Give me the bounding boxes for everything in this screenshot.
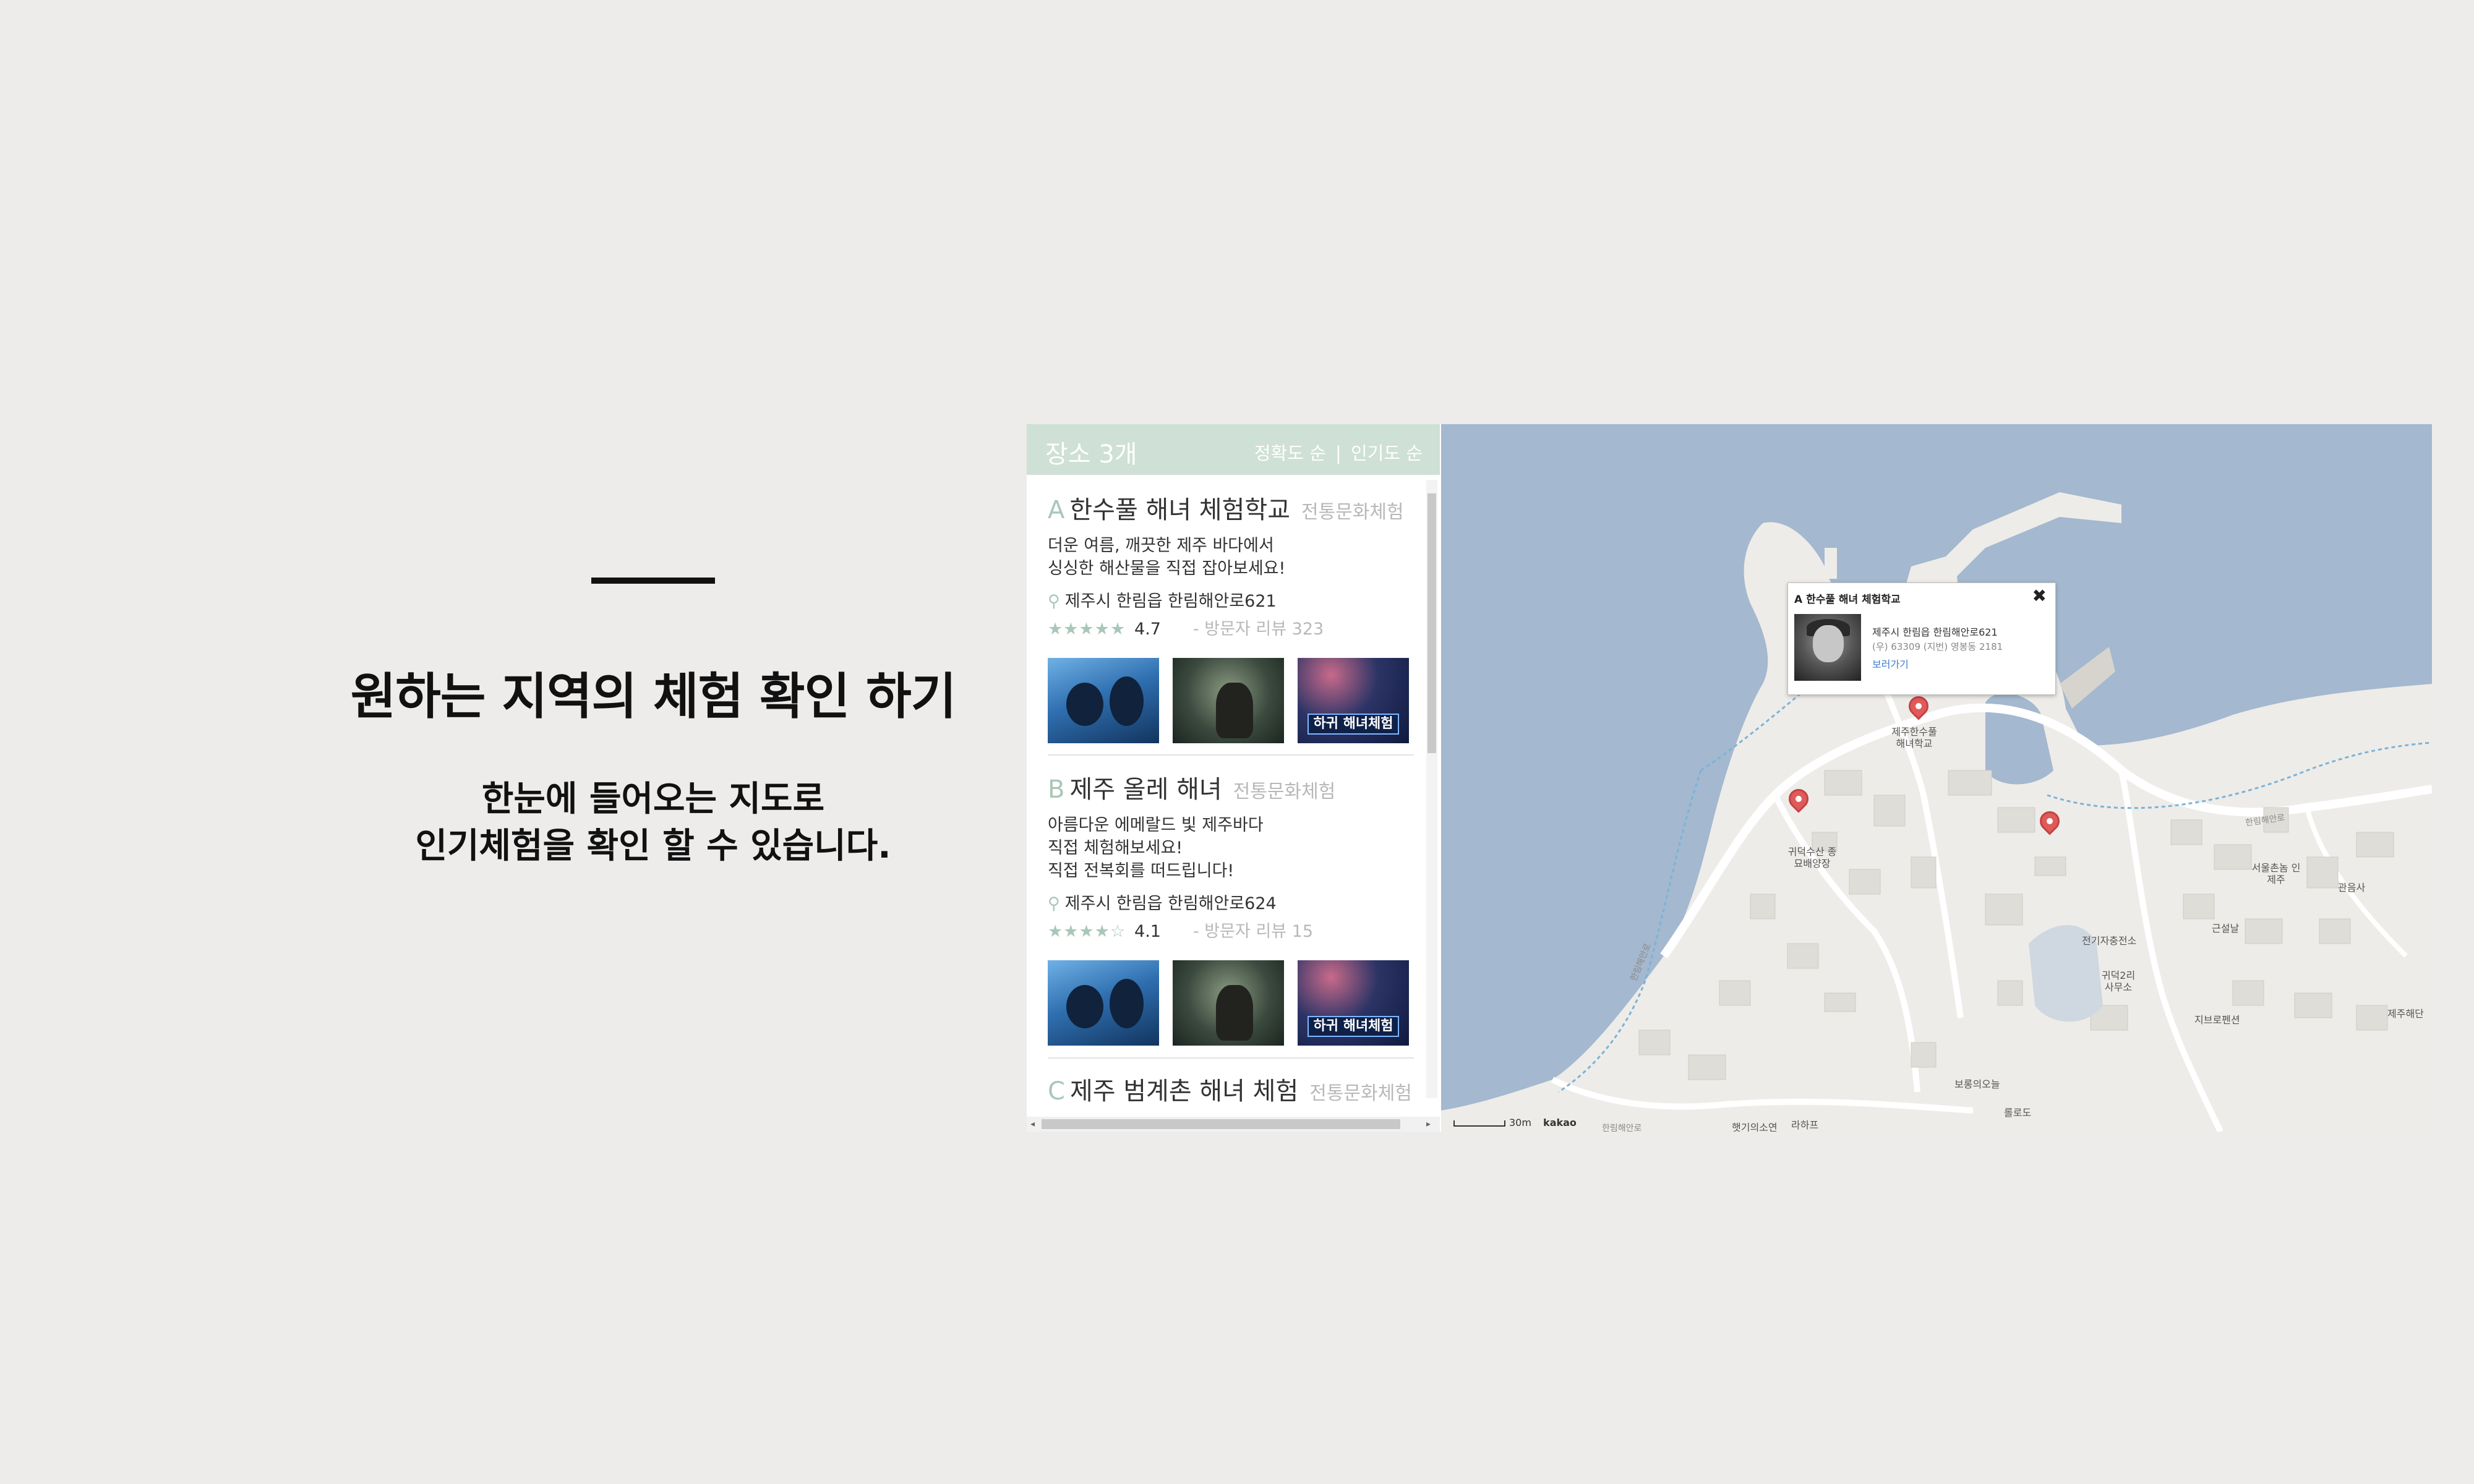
map-label-bosung[interactable]: 보롱의오늘 (1954, 1078, 2000, 1090)
rating-score: 4.7 (1134, 620, 1161, 639)
map-label-lahipeu[interactable]: 라하프 (1791, 1119, 1818, 1131)
map-label-rolodo[interactable]: 롤로도 (2004, 1107, 2031, 1119)
place-address: ⚲ 제주시 한림읍 한림해안로624 (1048, 890, 1413, 914)
rating-stars-icon: ★★★★☆ (1048, 922, 1126, 941)
popup-photo (1794, 614, 1861, 681)
sidebar-hscroll-thumb[interactable] (1042, 1119, 1400, 1129)
map-marker-c[interactable] (2035, 807, 2064, 841)
map-label-school[interactable]: 제주한수풀 해녀학교 (1886, 726, 1942, 749)
map-view[interactable]: 제주한수풀 해녀학교 귀덕수산 종묘배양장 서울촌놈 인제주 관음사 근설날 전… (1441, 424, 2432, 1132)
place-name[interactable]: 제주 올레 해녀 (1069, 775, 1222, 804)
sort-separator: | (1335, 443, 1342, 464)
place-title-row: C 제주 범계촌 해녀 체험 전통문화체험 (1048, 1071, 1413, 1107)
place-list-sidebar: 장소 3개 정확도 순 | 인기도 순 A 한수풀 해녀 체험학교 전통문화체험 더… (1027, 424, 1440, 1132)
place-description: 아름다운 에메랄드 빛 제주바다 직접 체험해보세요! 직접 전복회를 떠드립니… (1048, 814, 1413, 882)
place-title-row: A 한수풀 해녀 체험학교 전통문화체험 (1048, 490, 1413, 526)
place-name[interactable]: 제주 범계촌 해녀 체험 (1070, 1077, 1298, 1106)
sidebar-header: 장소 3개 정확도 순 | 인기도 순 (1027, 424, 1440, 475)
close-icon[interactable]: ✖ (2032, 586, 2047, 606)
place-title-row: B 제주 올레 해녀 전통문화체험 (1048, 769, 1413, 805)
map-search-mockup: 장소 3개 정확도 순 | 인기도 순 A 한수풀 해녀 체험학교 전통문화체험 더… (1027, 424, 2432, 1132)
kakao-logo: kakao (1543, 1117, 1577, 1128)
place-divider (1048, 1057, 1414, 1059)
place-address: ⚲ 제주시 한림읍 한림해안로621 (1048, 587, 1413, 612)
place-photo-divers[interactable] (1048, 658, 1159, 743)
scroll-left-arrow-icon[interactable]: ◂ (1030, 1119, 1035, 1129)
place-address-text: 제주시 한림읍 한림해안로624 (1064, 894, 1277, 913)
popup-address: 제주시 한림읍 한림해안로621 (1872, 626, 1998, 638)
place-category: 전통문화체험 (1301, 501, 1404, 523)
place-name[interactable]: 한수풀 해녀 체험학교 (1069, 496, 1290, 524)
place-desc-line: 아름다운 에메랄드 빛 제주바다 (1048, 816, 1264, 835)
place-letter: A (1048, 496, 1065, 524)
location-pin-icon: ⚲ (1048, 592, 1060, 611)
place-photos: 하귀 해녀체험 (1048, 658, 1413, 743)
road-label: 한림해안로 (1602, 1124, 1642, 1132)
rating-stars-icon: ★★★★★ (1048, 620, 1126, 639)
popup-view-link[interactable]: 보러가기 (1872, 656, 1909, 671)
sort-options: 정확도 순 | 인기도 순 (1254, 439, 1423, 465)
place-count: 장소 3개 (1045, 440, 1137, 469)
intro-divider-bar (591, 578, 715, 584)
map-info-popup: A 한수풀 해녀 체험학교 ✖ 제주시 한림읍 한림해안로621 (우) 633… (1787, 582, 2056, 695)
popup-zip: (우) 63309 (지번) 영봉동 2181 (1872, 641, 2003, 652)
place-photo-banner[interactable]: 하귀 해녀체험 (1298, 960, 1409, 1046)
place-item-b[interactable]: B 제주 올레 해녀 전통문화체험 아름다운 에메랄드 빛 제주바다 직접 체험해보… (1048, 769, 1413, 1046)
place-item-a[interactable]: A 한수풀 해녀 체험학교 전통문화체험 더운 여름, 깨끗한 제주 바다에서 싱싱… (1048, 490, 1413, 743)
place-category: 전통문화체험 (1233, 781, 1336, 803)
sidebar-scroll-thumb[interactable] (1427, 493, 1436, 753)
sort-popularity-link[interactable]: 인기도 순 (1351, 443, 1423, 464)
map-marker-a[interactable] (1904, 692, 1933, 726)
map-canvas (1441, 492, 2432, 1132)
place-photo-divers[interactable] (1048, 960, 1159, 1046)
place-desc-line: 직접 체험해보세요! (1048, 838, 1183, 858)
map-label-village-office[interactable]: 귀덕2리 사무소 (2097, 970, 2140, 993)
map-label-jibeuro-pension[interactable]: 지브로펜션 (2194, 1014, 2240, 1026)
place-photo-underwater[interactable] (1173, 960, 1284, 1046)
popup-title: A 한수풀 해녀 체험학교 (1794, 594, 1901, 606)
map-scale: 30m kakao (1453, 1117, 1577, 1128)
place-category: 전통문화체험 (1309, 1083, 1412, 1104)
map-label-seoul-hotel[interactable]: 서울촌놈 인제주 (2251, 862, 2301, 885)
map-label-gwanumsa[interactable]: 관음사 (2338, 882, 2365, 893)
location-pin-icon: ⚲ (1048, 894, 1060, 913)
place-photo-banner[interactable]: 하귀 해녀체험 (1298, 658, 1409, 743)
sort-accuracy-link[interactable]: 정확도 순 (1254, 443, 1326, 464)
place-desc-line: 더운 여름, 깨끗한 제주 바다에서 (1048, 536, 1274, 555)
map-label-geunseolnal[interactable]: 근설날 (2212, 923, 2239, 934)
place-letter: B (1048, 775, 1065, 804)
photo-banner-text: 하귀 해녀체험 (1308, 714, 1399, 735)
map-label-charging[interactable]: 전기자충전소 (2082, 935, 2136, 947)
place-desc-line: 싱싱한 해산물을 직접 잡아보세요! (1048, 559, 1286, 578)
place-address-text: 제주시 한림읍 한림해안로621 (1064, 592, 1277, 611)
place-desc-line: 직접 전복회를 떠드립니다! (1048, 861, 1235, 881)
place-rating: ★★★★☆ 4.1 - 방문자 리뷰 15 (1048, 918, 1413, 942)
place-divider (1048, 754, 1414, 756)
place-photos: 하귀 해녀체험 (1048, 960, 1413, 1046)
place-rating: ★★★★★ 4.7 - 방문자 리뷰 323 (1048, 615, 1413, 639)
place-photo-underwater[interactable] (1173, 658, 1284, 743)
scale-text: 30m (1509, 1117, 1531, 1128)
place-description: 더운 여름, 깨끗한 제주 바다에서 싱싱한 해산물을 직접 잡아보세요! (1048, 534, 1413, 580)
rating-score: 4.1 (1134, 922, 1161, 941)
place-item-c[interactable]: C 제주 범계촌 해녀 체험 전통문화체험 (1048, 1071, 1413, 1107)
map-label-fishery[interactable]: 귀덕수산 종묘배양장 (1787, 846, 1837, 869)
review-count: - 방문자 리뷰 323 (1192, 620, 1324, 639)
map-label-jeju-haedam[interactable]: 제주해단 (2387, 1008, 2424, 1020)
review-count: - 방문자 리뷰 15 (1192, 922, 1314, 941)
map-label-haetgi[interactable]: 햇기의소연 (1732, 1122, 1778, 1132)
scroll-right-arrow-icon[interactable]: ▸ (1426, 1119, 1431, 1129)
photo-banner-text: 하귀 해녀체험 (1308, 1016, 1399, 1037)
scale-bar-icon (1453, 1120, 1505, 1127)
place-letter: C (1048, 1077, 1065, 1106)
map-marker-b[interactable] (1784, 785, 1813, 819)
